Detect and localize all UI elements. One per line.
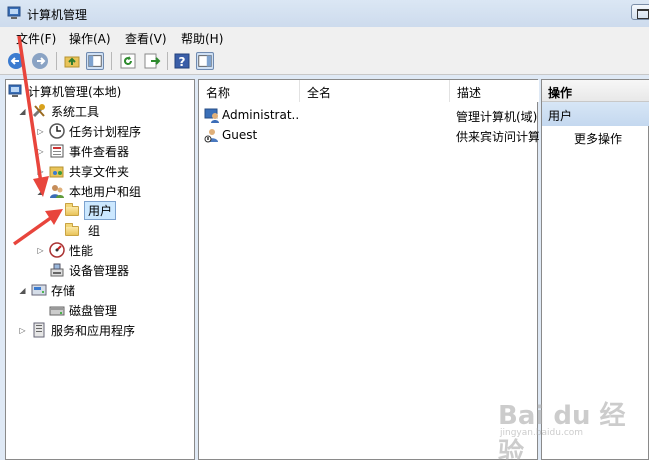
menu-help[interactable]: 帮助(H) [181,30,223,47]
tree-item-label: 计算机管理(本地) [28,84,122,99]
up-folder-icon[interactable] [63,52,81,70]
tree-item-label: 设备管理器 [69,263,130,278]
user-description: 管理计算机(域) [456,110,538,124]
menu-file[interactable]: 文件(F) [16,30,56,47]
tree-item-system-tools[interactable]: ◢ 系统工具 [18,102,99,120]
more-actions-link[interactable]: 更多操作 [574,130,622,147]
performance-icon [49,242,65,258]
toolbar: ? [0,47,649,75]
tree-item-computer-management[interactable]: 计算机管理(本地) [8,82,121,100]
event-viewer-icon [50,144,64,158]
users-list: 名称 全名 描述 Administrat... 管理计算机(域) Guest 供… [198,79,539,460]
tree-item-groups[interactable]: 组 [64,221,100,239]
refresh-icon[interactable] [119,52,137,70]
watermark-url: jingyan.baidu.com [500,428,584,438]
actions-section-users[interactable]: 用户 [542,102,649,126]
expand-arrow-icon[interactable]: ◢ [18,286,27,295]
storage-icon [31,284,47,296]
tree-item-shared-folders[interactable]: ▷ 共享文件夹 [36,162,129,180]
table-row[interactable]: Administrat... 管理计算机(域) [199,106,539,125]
tree-item-label: 系统工具 [51,104,100,119]
tree-item-label: 用户 [84,200,117,220]
title-bar: 计算机管理 [0,0,649,27]
tree-item-event-viewer[interactable]: ▷ 事件查看器 [36,142,129,160]
expand-arrow-icon[interactable]: ◢ [36,187,45,196]
toolbar-separator [167,52,168,70]
guest-user-icon [204,129,218,143]
table-row[interactable]: Guest 供来宾访问计算 [199,126,539,145]
device-manager-icon [50,263,64,277]
column-header-name[interactable]: 名称 [199,80,300,102]
tree-item-local-users-groups[interactable]: ◢ 本地用户和组 [36,182,141,200]
user-icon [204,108,219,123]
users-groups-icon [50,185,64,198]
maximize-button[interactable] [631,4,649,20]
tree-item-users[interactable]: 用户 [64,200,117,220]
menu-action[interactable]: 操作(A) [69,30,111,47]
tree-item-label: 服务和应用程序 [51,323,136,338]
column-header-fullname[interactable]: 全名 [300,80,450,102]
tree-item-label: 共享文件夹 [69,164,130,179]
tree-item-task-scheduler[interactable]: ▷ 任务计划程序 [36,122,141,140]
help-icon[interactable]: ? [173,52,191,70]
tree-item-label: 组 [88,223,101,238]
tree-item-label: 任务计划程序 [69,124,142,139]
tools-icon [32,104,45,118]
tree-item-performance[interactable]: ▷ 性能 [36,241,93,259]
tree-item-label: 事件查看器 [69,144,130,159]
tree-item-label: 磁盘管理 [69,303,118,318]
window-title: 计算机管理 [27,8,88,22]
disk-icon [49,306,65,316]
toolbar-separator [56,52,57,70]
expand-arrow-icon[interactable]: ◢ [18,107,27,116]
expand-arrow-icon[interactable]: ▷ [36,127,45,136]
export-list-icon[interactable] [143,52,161,70]
user-name: Administrat... [222,108,300,122]
tree-item-label: 性能 [69,243,94,258]
list-header: 名称 全名 描述 [199,80,539,102]
tree-item-services-applications[interactable]: ▷ 服务和应用程序 [18,321,135,339]
expand-arrow-icon[interactable]: ▷ [18,326,27,335]
svg-text:?: ? [179,55,186,69]
menu-bar: 文件(F) 操作(A) 查看(V) 帮助(H) [0,27,649,47]
menu-view[interactable]: 查看(V) [125,30,167,47]
clock-icon [49,123,65,139]
folder-icon [64,202,80,218]
computer-management-icon [7,6,21,19]
toolbar-separator [111,52,112,70]
console-tree: 计算机管理(本地) ◢ 系统工具 ▷ 任务计划程序 ▷ 事件查看器 ▷ 共享文件… [5,79,195,460]
forward-arrow-icon[interactable] [31,52,49,70]
actions-header: 操作 [542,80,649,102]
user-name: Guest [222,128,258,142]
expand-arrow-icon[interactable]: ▷ [36,246,45,255]
expand-arrow-icon[interactable]: ▷ [36,167,45,176]
user-description: 供来宾访问计算 [456,130,539,144]
services-icon [33,322,45,338]
computer-management-icon [8,84,22,97]
tree-item-label: 存储 [51,283,76,298]
back-arrow-icon[interactable] [7,52,25,70]
tree-item-label: 本地用户和组 [69,184,142,199]
tree-item-storage[interactable]: ◢ 存储 [18,281,75,299]
tree-item-device-manager[interactable]: 设备管理器 [49,261,129,279]
folder-icon [64,222,80,238]
show-hide-action-pane-icon[interactable] [196,52,214,70]
shared-folder-icon [49,166,64,178]
tree-item-disk-management[interactable]: 磁盘管理 [49,301,117,319]
column-header-description[interactable]: 描述 [450,80,539,102]
expand-arrow-icon[interactable]: ▷ [36,147,45,156]
show-hide-tree-icon[interactable] [86,52,104,70]
